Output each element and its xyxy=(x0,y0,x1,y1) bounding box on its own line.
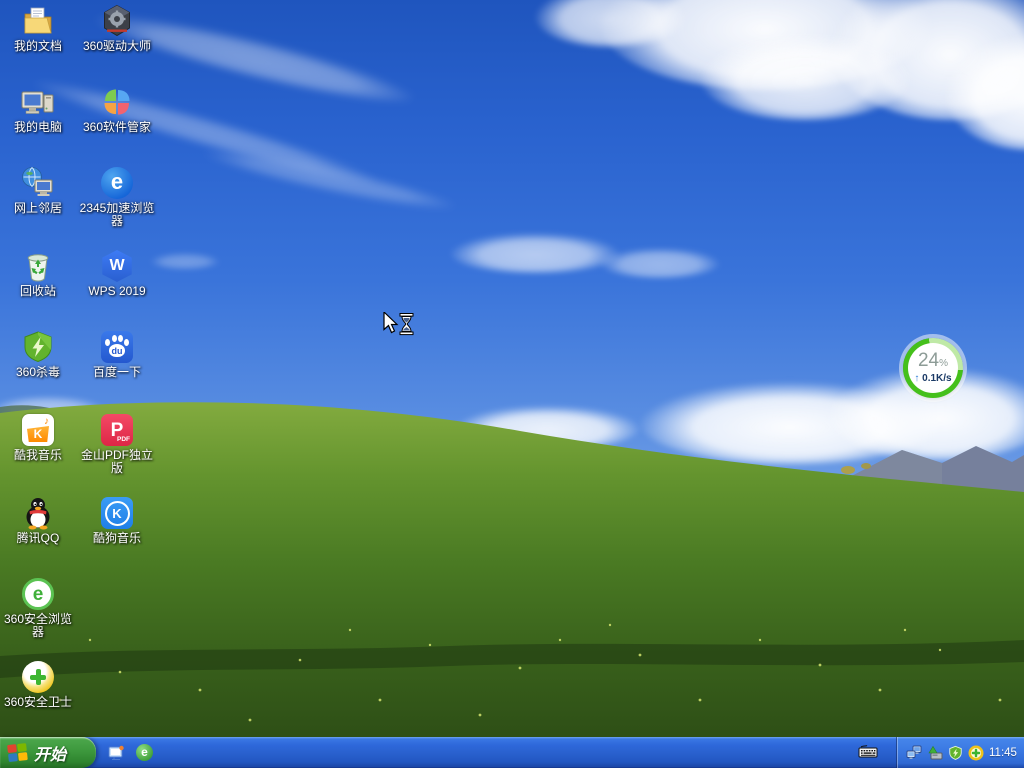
desktop-icon-label: 我的文档 xyxy=(13,39,62,53)
baidu-paw-icon: du xyxy=(100,330,134,364)
shield-lightning-icon xyxy=(21,330,55,364)
desktop-icon-label: 回收站 xyxy=(19,284,56,298)
desktop-icon-network-places[interactable]: 网上邻居 xyxy=(0,166,77,215)
input-method-keyboard-icon[interactable] xyxy=(858,745,878,763)
quick-launch-bar: e xyxy=(108,737,153,768)
desktop-icon-kingsoft-pdf[interactable]: P PDF 金山PDF独立版 xyxy=(78,413,156,475)
start-button[interactable]: 开始 xyxy=(0,737,96,768)
360-browser-icon: e xyxy=(21,577,55,611)
desktop-icon-label: 金山PDF独立版 xyxy=(80,448,153,475)
360-guard-icon xyxy=(21,660,55,694)
desktop-icon-360-antivirus[interactable]: 360杀毒 xyxy=(0,330,77,379)
security-guard-tray-icon[interactable] xyxy=(968,745,984,761)
desktop-icon-label: WPS 2019 xyxy=(88,284,146,298)
kugou-music-icon: K xyxy=(100,496,134,530)
driver-master-tray-icon[interactable] xyxy=(927,745,943,761)
show-desktop-icon[interactable] xyxy=(108,744,125,761)
qq-penguin-icon xyxy=(21,496,55,530)
desktop-icon-my-computer[interactable]: 我的电脑 xyxy=(0,85,77,134)
wps-icon: W xyxy=(100,249,134,283)
up-arrow-icon: ↑ xyxy=(914,372,920,384)
my-computer-icon xyxy=(21,85,55,119)
music-note-icon: ♪ xyxy=(44,416,49,427)
desktop-icon-360-driver-master[interactable]: 360驱动大师 xyxy=(78,4,156,53)
desktop-icon-label: 酷我音乐 xyxy=(13,448,62,462)
desktop-icon-kugou-music[interactable]: K 酷狗音乐 xyxy=(78,496,156,545)
desktop-icon-2345-browser[interactable]: e 2345加速浏览器 xyxy=(78,166,156,228)
memory-percent: 24% xyxy=(917,349,949,371)
desktop-icon-360-software-manager[interactable]: 360软件管家 xyxy=(78,85,156,134)
my-documents-icon xyxy=(21,4,55,38)
windows-logo-icon xyxy=(7,742,29,763)
desktop-icon-label: 360驱动大师 xyxy=(82,39,152,53)
desktop-wallpaper[interactable]: 我的文档 我的电脑 网上邻居 回收站 360杀毒 ♪ K 酷我音乐 腾讯QQ e… xyxy=(0,0,1024,737)
desktop-icon-label: 360安全浏览器 xyxy=(3,612,73,639)
desktop-icon-label: 网上邻居 xyxy=(13,201,62,215)
desktop-icon-label: 360软件管家 xyxy=(82,120,152,134)
taskbar[interactable]: 开始 e 11:45 xyxy=(0,737,1024,768)
start-button-label: 开始 xyxy=(34,746,67,764)
360-browser-quicklaunch-icon[interactable]: e xyxy=(136,744,153,761)
speed-ball-widget[interactable]: 24% ↑ 0.1K/s xyxy=(903,338,963,398)
desktop-icon-recycle-bin[interactable]: 回收站 xyxy=(0,249,77,298)
desktop-icon-kuwo-music[interactable]: ♪ K 酷我音乐 xyxy=(0,413,77,462)
desktop-icon-label: 腾讯QQ xyxy=(16,531,60,545)
desktop-icon-label: 360杀毒 xyxy=(15,365,61,379)
desktop-icon-tencent-qq[interactable]: 腾讯QQ xyxy=(0,496,77,545)
kuwo-music-icon: ♪ K xyxy=(21,413,55,447)
desktop-icon-label: 酷狗音乐 xyxy=(92,531,141,545)
desktop-icon-360-security-guard[interactable]: 360安全卫士 xyxy=(0,660,77,709)
plus-icon xyxy=(30,669,46,685)
desktop-icon-label: 360安全卫士 xyxy=(3,695,73,709)
desktop-icon-my-documents[interactable]: 我的文档 xyxy=(0,4,77,53)
desktop-icon-baidu[interactable]: du 百度一下 xyxy=(78,330,156,379)
taskbar-clock[interactable]: 11:45 xyxy=(989,747,1024,759)
desktop-icon-label: 我的电脑 xyxy=(13,120,62,134)
upload-speed: ↑ 0.1K/s xyxy=(914,372,952,384)
desktop-icon-label: 百度一下 xyxy=(92,365,141,379)
antivirus-tray-icon[interactable] xyxy=(948,745,963,761)
desktop-icon-360-secure-browser[interactable]: e 360安全浏览器 xyxy=(0,577,77,639)
2345-browser-icon: e xyxy=(100,166,134,200)
desktop-icon-wps-2019[interactable]: W WPS 2019 xyxy=(78,249,156,298)
kingsoft-pdf-icon: P PDF xyxy=(100,413,134,447)
desktop-icon-label: 2345加速浏览器 xyxy=(79,201,155,228)
recycle-bin-icon xyxy=(21,249,55,283)
network-places-icon xyxy=(21,166,55,200)
software-manager-icon xyxy=(100,85,134,119)
network-status-icon[interactable] xyxy=(906,745,922,761)
driver-master-icon xyxy=(100,4,134,38)
system-tray: 11:45 xyxy=(896,737,1024,768)
